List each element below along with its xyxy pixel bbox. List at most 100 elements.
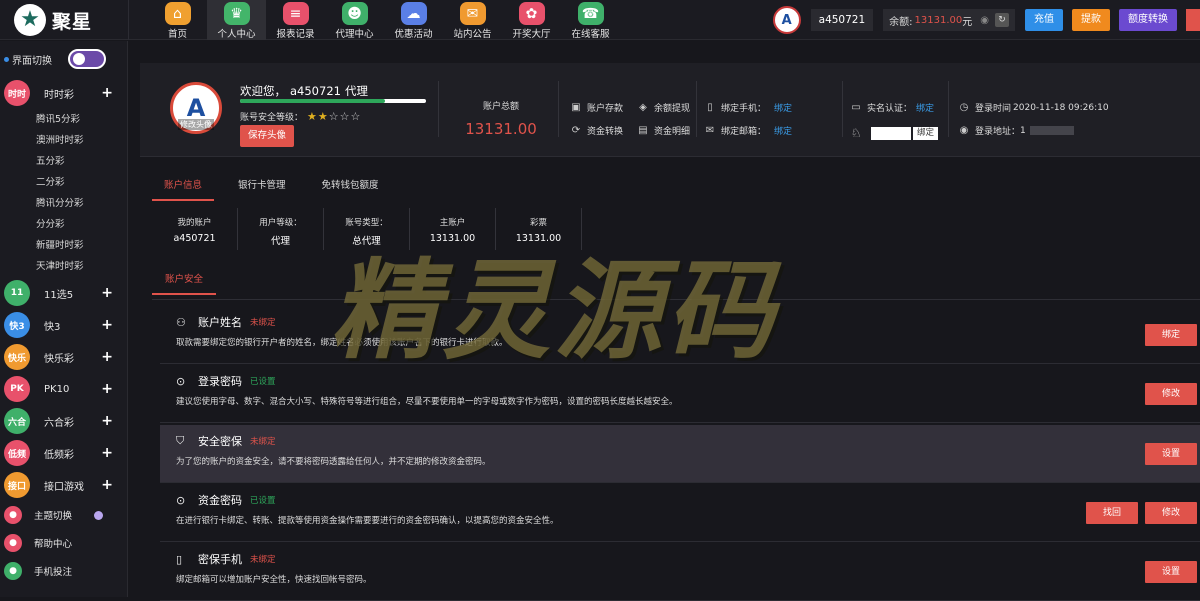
security-action-button[interactable]: 绑定 [1145, 324, 1197, 346]
link-transfer[interactable]: ⟳ 资金转换 [570, 124, 623, 137]
lottery-badge-icon: 六合 [4, 408, 30, 434]
sidebar-category-2[interactable]: 快3 快3 + [0, 309, 127, 341]
link-withdraw[interactable]: ◈ 余额提现 [637, 101, 690, 114]
plus-icon[interactable]: + [101, 285, 113, 301]
location-icon: ◉ [959, 125, 969, 136]
sidebar-category-0[interactable]: 时时 时时彩 + [0, 77, 127, 109]
lottery-icon: ✿ [518, 2, 545, 25]
divider [842, 81, 843, 137]
tab-0[interactable]: 账户信息 [152, 171, 215, 201]
category-label: 低频彩 [44, 449, 74, 461]
extra-button[interactable] [1186, 9, 1200, 31]
info-value: 总代理 [352, 236, 381, 247]
security-level-row: 账号安全等级： ★★☆☆☆ [240, 110, 361, 123]
security-title-row: ▯ 密保手机 未绑定 [176, 551, 276, 567]
sidebar-bottom-item-2[interactable]: ● 手机投注 [0, 557, 127, 585]
sidebar-sub-item[interactable]: 五分彩 [0, 151, 127, 172]
top-bar: ★ 聚星 ⌂ 首页 ♛ 个人中心 ≡ 报表记录 ☻ 代理中心 ☁ 优惠活动 ✉ 站内公告 ✿ 开奖大厅 ☎ 在… [0, 0, 1200, 40]
tab-1[interactable]: 银行卡管理 [226, 171, 298, 201]
nav-item-3[interactable]: ☻ 代理中心 [325, 0, 384, 40]
login-time-label: 登录时间 [975, 104, 1012, 114]
sidebar-sub-item[interactable]: 新疆时时彩 [0, 235, 127, 256]
category-label: 快3 [44, 321, 61, 333]
user-icon: ⚇ [176, 315, 186, 329]
plus-icon[interactable]: + [101, 317, 113, 333]
sidebar-sub-item[interactable]: 腾讯5分彩 [0, 109, 127, 130]
qq-bind-button[interactable]: 绑定 [913, 126, 939, 140]
plus-icon[interactable]: + [101, 381, 113, 397]
security-title-row: ⛉ 安全密保 未绑定 [176, 433, 276, 449]
sidebar-category-3[interactable]: 快乐 快乐彩 + [0, 341, 127, 373]
security-status: 已设置 [250, 496, 276, 506]
sidebar-sub-item[interactable]: 分分彩 [0, 214, 127, 235]
plus-icon[interactable]: + [101, 85, 113, 101]
crown-icon: ♛ [223, 2, 250, 25]
mobile-icon: ● [4, 562, 22, 580]
security-action-button[interactable]: 修改 [1145, 502, 1197, 524]
lock-icon: ⊙ [176, 374, 186, 388]
top-button-2[interactable]: 额度转换 [1119, 9, 1177, 31]
avatar-caption[interactable]: 修改头像 [178, 119, 214, 130]
bind-phone-link[interactable]: 绑定 [774, 101, 792, 114]
sidebar-category-6[interactable]: 低频 低频彩 + [0, 437, 127, 469]
security-action-button[interactable]: 设置 [1145, 561, 1197, 583]
nav-label: 在线客服 [571, 29, 610, 40]
balance-unit: 元 [962, 16, 973, 28]
link-deposit[interactable]: ▣ 账户存款 [570, 101, 623, 114]
security-title-row: ⚇ 账户姓名 未绑定 [176, 314, 276, 330]
nav-item-4[interactable]: ☁ 优惠活动 [384, 0, 443, 40]
tab-security[interactable]: 账户安全 [152, 265, 217, 295]
sidebar-category-4[interactable]: PK PK10 + [0, 373, 127, 405]
sidebar-category-7[interactable]: 接口 接口游戏 + [0, 469, 127, 501]
qq-input[interactable] [871, 126, 911, 140]
real-name-link[interactable]: 绑定 [916, 101, 934, 114]
sidebar-bottom-item-0[interactable]: ● 主题切换 [0, 501, 127, 529]
security-item-0: ⚇ 账户姓名 未绑定 取款需要绑定您的银行开户者的姓名，绑定姓名必须使用该账户名下的银… [160, 306, 1200, 364]
sidebar-sub-item[interactable]: 澳洲时时彩 [0, 130, 127, 151]
security-status: 已设置 [250, 377, 276, 387]
sidebar-sub-item[interactable]: 天津时时彩 [0, 256, 127, 277]
plus-icon[interactable]: + [101, 349, 113, 365]
welcome-username: a450721 [290, 84, 341, 98]
plus-icon[interactable]: + [101, 413, 113, 429]
tab-2[interactable]: 免转钱包额度 [310, 171, 391, 201]
refresh-icon[interactable]: ↻ [995, 13, 1009, 27]
sidebar-sub-item[interactable]: 二分彩 [0, 172, 127, 193]
top-button-1[interactable]: 提款 [1072, 9, 1110, 31]
plus-icon[interactable]: + [101, 477, 113, 493]
theme-icon: ● [4, 506, 22, 524]
security-action-button[interactable]: 修改 [1145, 383, 1197, 405]
interface-toggle[interactable] [68, 49, 106, 69]
nav-item-7[interactable]: ☎ 在线客服 [561, 0, 620, 40]
user-avatar[interactable]: A [772, 6, 801, 34]
category-label: 接口游戏 [44, 481, 84, 493]
blurred-address [1029, 126, 1074, 135]
sidebar-bottom-item-1[interactable]: ● 帮助中心 [0, 529, 127, 557]
sidebar-category-1[interactable]: 11 11选5 + [0, 277, 127, 309]
sidebar-category-5[interactable]: 六合 六合彩 + [0, 405, 127, 437]
nav-item-5[interactable]: ✉ 站内公告 [443, 0, 502, 40]
nav-item-1[interactable]: ♛ 个人中心 [207, 0, 266, 40]
nav-item-2[interactable]: ≡ 报表记录 [266, 0, 325, 40]
security-action-button[interactable]: 设置 [1145, 443, 1197, 465]
save-avatar-button[interactable]: 保存头像 [240, 125, 295, 147]
main-nav: ⌂ 首页 ♛ 个人中心 ≡ 报表记录 ☻ 代理中心 ☁ 优惠活动 ✉ 站内公告 ✿ 开奖大厅 ☎ 在线客服 [148, 0, 620, 40]
link-label: 账户存款 [587, 104, 624, 114]
security-action-button[interactable]: 找回 [1086, 502, 1138, 524]
bind-email-link[interactable]: 绑定 [774, 124, 792, 137]
star-logo-icon: ★ [14, 4, 46, 36]
eye-icon[interactable]: ◉ [980, 15, 989, 26]
nav-label: 优惠活动 [394, 29, 433, 40]
info-cell: 我的账户 a450721 [152, 208, 238, 250]
plus-icon[interactable]: + [101, 445, 113, 461]
nav-item-0[interactable]: ⌂ 首页 [148, 0, 207, 40]
logo[interactable]: ★ 聚星 [14, 4, 92, 36]
sidebar-sub-item[interactable]: 腾讯分分彩 [0, 193, 127, 214]
link-label: 资金转换 [587, 127, 624, 137]
nav-item-6[interactable]: ✿ 开奖大厅 [502, 0, 561, 40]
link-detail[interactable]: ▤ 资金明细 [637, 124, 690, 137]
phone-icon: ▯ [707, 102, 713, 113]
total-balance-block: 账户总额 13131.00 [446, 99, 556, 138]
balance-label: 余额: [889, 16, 913, 28]
top-button-0[interactable]: 充值 [1025, 9, 1063, 31]
